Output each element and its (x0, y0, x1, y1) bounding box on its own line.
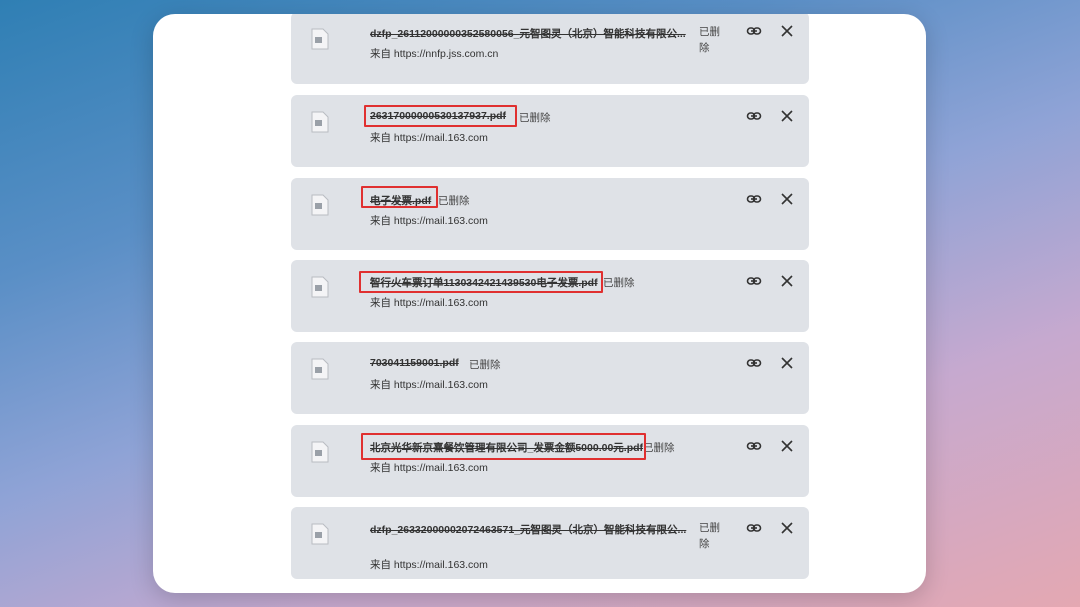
copy-link-icon[interactable] (746, 355, 762, 371)
download-item[interactable]: 703041159001.pdf 已删除 来自 https://mail.163… (291, 342, 809, 414)
download-source: 来自 https://mail.163.com (370, 462, 488, 474)
highlight-box (359, 271, 603, 293)
file-icon (311, 523, 329, 545)
copy-link-icon[interactable] (746, 273, 762, 289)
download-source: 来自 https://mail.163.com (370, 215, 488, 227)
file-icon (311, 111, 329, 133)
file-icon (311, 276, 329, 298)
highlight-box (361, 433, 646, 460)
download-item[interactable]: 北京光华新京熹餐饮管理有限公司_发票金额5000.00元.pdf 已删除 来自 … (291, 425, 809, 497)
close-icon[interactable] (780, 521, 794, 535)
downloads-list: dzfp_26112000000352580056_元智图灵（北京）智能科技有限… (153, 14, 926, 593)
download-status: 已删除 (699, 26, 720, 54)
copy-link-icon[interactable] (746, 438, 762, 454)
download-source: 来自 https://mail.163.com (370, 379, 488, 391)
download-status: 已删除 (469, 359, 501, 371)
close-icon[interactable] (780, 274, 794, 288)
file-icon (311, 358, 329, 380)
close-icon[interactable] (780, 356, 794, 370)
highlight-box (364, 105, 517, 127)
downloads-window: dzfp_26112000000352580056_元智图灵（北京）智能科技有限… (153, 14, 926, 593)
download-item[interactable]: dzfp_26112000000352580056_元智图灵（北京）智能科技有限… (291, 14, 809, 84)
download-status: 已删除 (699, 522, 720, 550)
file-icon (311, 441, 329, 463)
close-icon[interactable] (780, 192, 794, 206)
copy-link-icon[interactable] (746, 108, 762, 124)
download-status: 已删除 (519, 112, 551, 124)
download-source: 来自 https://mail.163.com (370, 297, 488, 309)
copy-link-icon[interactable] (746, 520, 762, 536)
close-icon[interactable] (780, 439, 794, 453)
download-item[interactable]: 智行火车票订单1130342421439530电子发票.pdf 已删除 来自 h… (291, 260, 809, 332)
download-status: 已删除 (603, 277, 635, 289)
download-item[interactable]: dzfp_26332000002072463571_元智图灵（北京）智能科技有限… (291, 507, 809, 579)
download-filename[interactable]: dzfp_26112000000352580056_元智图灵（北京）智能科技有限… (370, 26, 686, 41)
download-source: 来自 https://nnfp.jss.com.cn (370, 48, 499, 60)
download-status: 已删除 (643, 442, 675, 454)
download-source: 来自 https://mail.163.com (370, 132, 488, 144)
file-icon (311, 194, 329, 216)
download-filename[interactable]: 703041159001.pdf (370, 357, 459, 369)
copy-link-icon[interactable] (746, 23, 762, 39)
close-icon[interactable] (780, 109, 794, 123)
close-icon[interactable] (780, 24, 794, 38)
download-item[interactable]: 26317000000530137937.pdf 已删除 来自 https://… (291, 95, 809, 167)
copy-link-icon[interactable] (746, 191, 762, 207)
highlight-box (361, 186, 438, 208)
download-filename[interactable]: dzfp_26332000002072463571_元智图灵（北京）智能科技有限… (370, 522, 686, 537)
file-icon (311, 28, 329, 50)
download-item[interactable]: 电子发票.pdf 已删除 来自 https://mail.163.com (291, 178, 809, 250)
download-source: 来自 https://mail.163.com (370, 559, 488, 571)
download-status: 已删除 (438, 195, 470, 207)
